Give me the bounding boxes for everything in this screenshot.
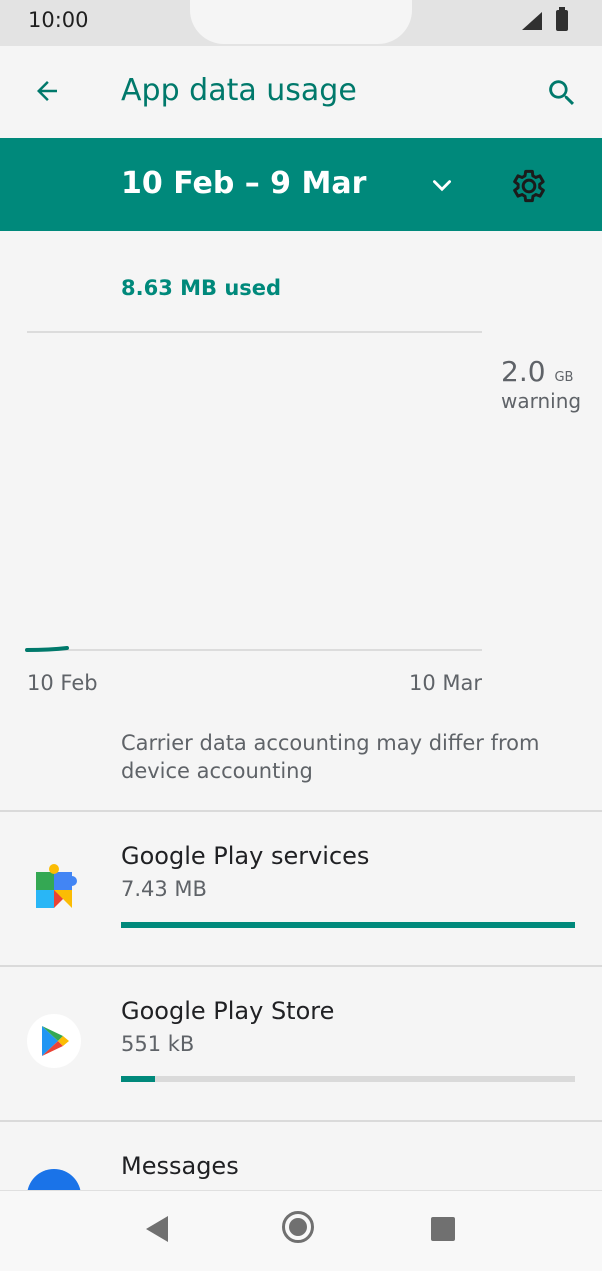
- x-axis-start: 10 Feb: [27, 671, 98, 695]
- warning-unit: GB: [554, 370, 574, 385]
- page-title: App data usage: [121, 73, 357, 108]
- app-name: Google Play services: [121, 842, 370, 870]
- arrow-back-icon[interactable]: [30, 76, 64, 106]
- gear-icon[interactable]: [509, 166, 549, 206]
- nav-recent-icon[interactable]: [431, 1217, 455, 1241]
- search-icon[interactable]: [545, 76, 579, 110]
- warning-number: 2.0: [501, 355, 546, 388]
- signal-icon: [522, 12, 542, 30]
- messages-icon: [27, 1169, 81, 1190]
- usage-line: [25, 646, 69, 652]
- warning-value: 2.0 GB: [501, 355, 573, 388]
- app-size: 551 kB: [121, 1032, 195, 1056]
- usage-bar-fill: [121, 922, 575, 928]
- app-row-google-play-services[interactable]: [0, 812, 602, 965]
- usage-bar: [121, 1076, 575, 1082]
- cycle-range[interactable]: 10 Feb – 9 Mar: [121, 166, 366, 201]
- accounting-note: Carrier data accounting may differ from …: [121, 731, 540, 783]
- nav-back-icon[interactable]: [146, 1216, 168, 1242]
- chevron-down-icon[interactable]: [429, 173, 455, 199]
- warning-label: warning: [501, 389, 582, 413]
- app-row-messages[interactable]: [0, 1122, 602, 1190]
- app-name: Google Play Store: [121, 997, 335, 1025]
- app-size: 7.43 MB: [121, 877, 207, 901]
- usage-bar-fill: [121, 1076, 155, 1082]
- display-notch: [190, 0, 412, 44]
- nav-home-icon[interactable]: [282, 1211, 314, 1243]
- app-name: Messages: [121, 1152, 239, 1180]
- battery-icon: [556, 7, 568, 31]
- app-row-google-play-store[interactable]: [0, 967, 602, 1120]
- data-used-label: 8.63 MB used: [121, 276, 282, 300]
- status-time: 10:00: [28, 8, 89, 32]
- google-play-store-icon: [27, 1014, 81, 1068]
- usage-bar: [121, 922, 575, 928]
- google-play-services-icon: [36, 864, 77, 908]
- x-axis-end: 10 Mar: [409, 671, 483, 695]
